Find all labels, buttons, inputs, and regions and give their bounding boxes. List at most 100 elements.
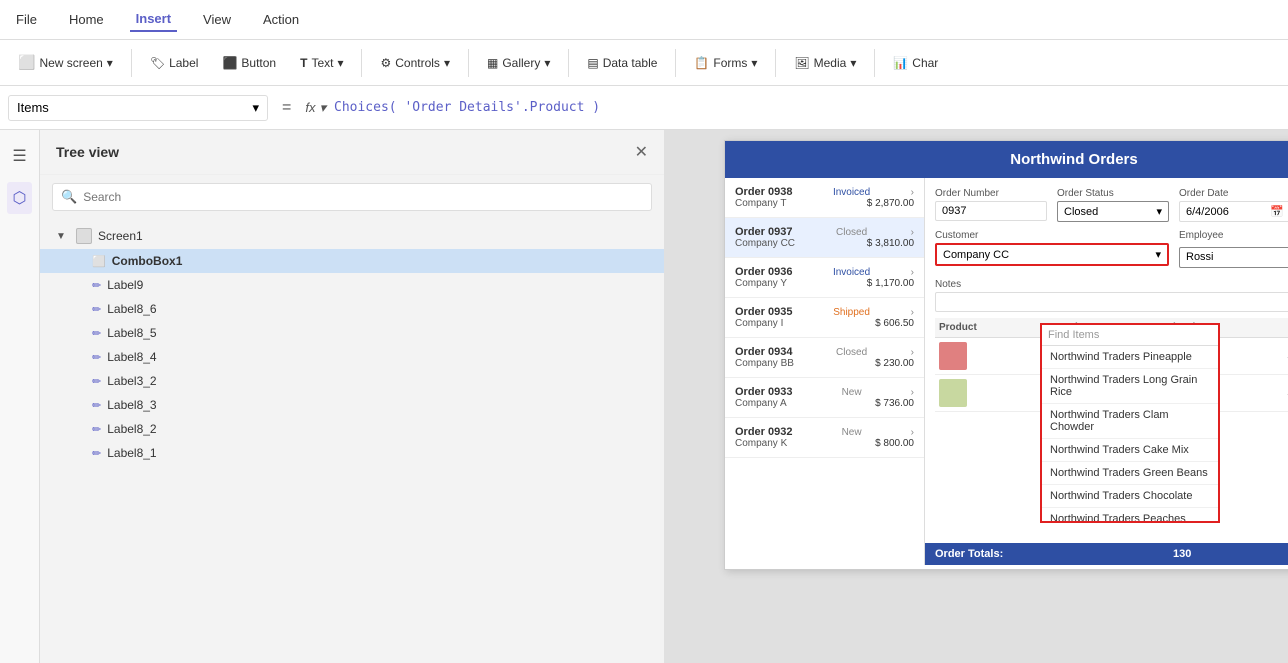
label8-5-icon: ✏	[92, 327, 101, 340]
gallery-button[interactable]: ▦ Gallery ▾	[477, 52, 560, 74]
search-box[interactable]: 🔍	[52, 183, 652, 211]
hamburger-icon[interactable]: ☰	[6, 140, 32, 172]
toolbar-divider-3	[468, 49, 469, 77]
dropdown-item-4[interactable]: Northwind Traders Green Beans	[1042, 462, 1218, 485]
employee-row: Rossi ▾	[1179, 243, 1288, 271]
label9-icon: ✏	[92, 279, 101, 292]
menu-home[interactable]: Home	[63, 8, 110, 31]
customer-label: Customer	[935, 230, 1169, 241]
search-icon: 🔍	[61, 189, 77, 205]
data-table-icon: ▤	[587, 56, 598, 70]
fx-button[interactable]: fx ▾	[305, 100, 326, 116]
chart-icon: 📊	[893, 56, 908, 70]
forms-button[interactable]: 📋 Forms ▾	[684, 52, 767, 74]
order-number-input[interactable]: 0937	[935, 201, 1047, 221]
search-input[interactable]	[83, 190, 643, 204]
close-icon[interactable]: ✕	[635, 142, 648, 162]
tree-item-label8-1[interactable]: ✏ Label8_1	[40, 441, 664, 465]
tree-header: Tree view ✕	[40, 130, 664, 175]
menu-action[interactable]: Action	[257, 8, 305, 31]
dropdown-item-2[interactable]: Northwind Traders Clam Chowder	[1042, 404, 1218, 439]
label8-2-label: Label8_2	[107, 422, 156, 436]
order-item-0932[interactable]: Order 0932 New › Company K $ 800.00	[725, 418, 924, 458]
tree-item-label8-4[interactable]: ✏ Label8_4	[40, 345, 664, 369]
product-thumbnail-0	[939, 342, 967, 370]
formula-input[interactable]: Choices( 'Order Details'.Product )	[334, 100, 1280, 115]
order-number-field: Order Number 0937	[935, 188, 1047, 222]
combobox-icon: ⬜	[92, 255, 106, 268]
label8-1-icon: ✏	[92, 447, 101, 460]
dropdown-item-0[interactable]: Northwind Traders Pineapple	[1042, 346, 1218, 369]
button-button[interactable]: ⬛ Button	[212, 52, 286, 74]
tree-item-label8-3[interactable]: ✏ Label8_3	[40, 393, 664, 417]
menu-insert[interactable]: Insert	[130, 7, 177, 32]
dropdown-item-3[interactable]: Northwind Traders Cake Mix	[1042, 439, 1218, 462]
dropdown-item-5[interactable]: Northwind Traders Chocolate	[1042, 485, 1218, 508]
employee-label: Employee	[1179, 230, 1288, 241]
app-header: Northwind Orders 🗑 + ✕ ✓	[725, 141, 1288, 178]
new-screen-button[interactable]: ⬜ New screen ▾	[8, 50, 123, 75]
order-0936-company: Company Y	[735, 278, 787, 289]
order-detail: Order Number 0937 Order Status Closed ▾ …	[925, 178, 1288, 565]
app-title: Northwind Orders	[1010, 151, 1138, 168]
tree-item-label8-6[interactable]: ✏ Label8_6	[40, 297, 664, 321]
chevron-right-icon-0937: ›	[911, 227, 914, 238]
tree-item-label8-2[interactable]: ✏ Label8_2	[40, 417, 664, 441]
calendar-icon[interactable]: 📅	[1270, 205, 1284, 218]
order-0932-amount: $ 800.00	[875, 438, 914, 449]
tree-item-label9[interactable]: ✏ Label9	[40, 273, 664, 297]
label3-2-label: Label3_2	[107, 374, 156, 388]
customer-input[interactable]: Company CC ▾	[935, 243, 1169, 266]
order-0934-company: Company BB	[735, 358, 794, 369]
order-0934-id: Order 0934	[735, 346, 792, 358]
controls-button[interactable]: ⚙ Controls ▾	[370, 52, 459, 74]
chevron-right-icon-0935: ›	[911, 307, 914, 318]
menu-file[interactable]: File	[10, 8, 43, 31]
tree-items: ▼ Screen1 ⬜ ComboBox1 ✏ Label9 ✏ Label8_…	[40, 219, 664, 663]
order-0938-company: Company T	[735, 198, 787, 209]
tree-item-combobox1[interactable]: ⬜ ComboBox1	[40, 249, 664, 273]
order-0937-amount: $ 3,810.00	[867, 238, 914, 249]
order-0937-id: Order 0937	[735, 226, 792, 238]
order-item-0935[interactable]: Order 0935 Shipped › Company I $ 606.50	[725, 298, 924, 338]
order-0937-company: Company CC	[735, 238, 795, 249]
label-button[interactable]: 🏷 Label	[140, 52, 209, 74]
tree-item-label8-5[interactable]: ✏ Label8_5	[40, 321, 664, 345]
text-button[interactable]: T Text ▾	[290, 52, 353, 74]
layers-icon[interactable]: ⬡	[7, 182, 33, 214]
toolbar-divider-5	[675, 49, 676, 77]
customer-field: Customer Company CC ▾	[935, 230, 1169, 271]
order-0933-amount: $ 736.00	[875, 398, 914, 409]
order-status-label: Order Status	[1057, 188, 1169, 199]
menu-view[interactable]: View	[197, 8, 237, 31]
order-item-0938[interactable]: Order 0938 Invoiced › Company T $ 2,870.…	[725, 178, 924, 218]
tree-item-screen1[interactable]: ▼ Screen1	[40, 223, 664, 249]
chevron-right-icon-0934: ›	[911, 347, 914, 358]
order-0938-id: Order 0938	[735, 186, 792, 198]
chevron-right-icon-0938: ›	[911, 187, 914, 198]
order-item-0937[interactable]: Order 0937 Closed › Company CC $ 3,810.0…	[725, 218, 924, 258]
button-icon: ⬛	[222, 56, 237, 70]
order-item-0933[interactable]: Order 0933 New › Company A $ 736.00	[725, 378, 924, 418]
product-dropdown[interactable]: Find Items Northwind Traders Pineapple N…	[1040, 323, 1220, 523]
fx-label: fx	[305, 100, 315, 115]
media-button[interactable]: 🖼 Media ▾	[784, 52, 866, 74]
notes-input[interactable]	[935, 292, 1288, 312]
dropdown-item-1[interactable]: Northwind Traders Long Grain Rice	[1042, 369, 1218, 404]
chart-button[interactable]: 📊 Char	[883, 52, 948, 74]
order-status-input[interactable]: Closed ▾	[1057, 201, 1169, 222]
totals-qty: 130	[1173, 548, 1191, 560]
order-0936-status: Invoiced	[833, 267, 870, 278]
extended-cell-1: $ 1,560.00	[1284, 375, 1288, 412]
order-item-0936[interactable]: Order 0936 Invoiced › Company Y $ 1,170.…	[725, 258, 924, 298]
order-number-label: Order Number	[935, 188, 1047, 199]
chevron-down-icon-customer: ▾	[1155, 248, 1161, 261]
dropdown-item-6[interactable]: Northwind Traders Peaches	[1042, 508, 1218, 521]
label8-3-icon: ✏	[92, 399, 101, 412]
tree-item-label3-2[interactable]: ✏ Label3_2	[40, 369, 664, 393]
items-dropdown[interactable]: Items ▾	[8, 95, 268, 121]
order-date-input[interactable]: 6/4/2006 📅	[1179, 201, 1288, 222]
order-item-0934[interactable]: Order 0934 Closed › Company BB $ 230.00	[725, 338, 924, 378]
data-table-button[interactable]: ▤ Data table	[577, 52, 667, 74]
employee-input[interactable]: Rossi ▾	[1179, 247, 1288, 268]
